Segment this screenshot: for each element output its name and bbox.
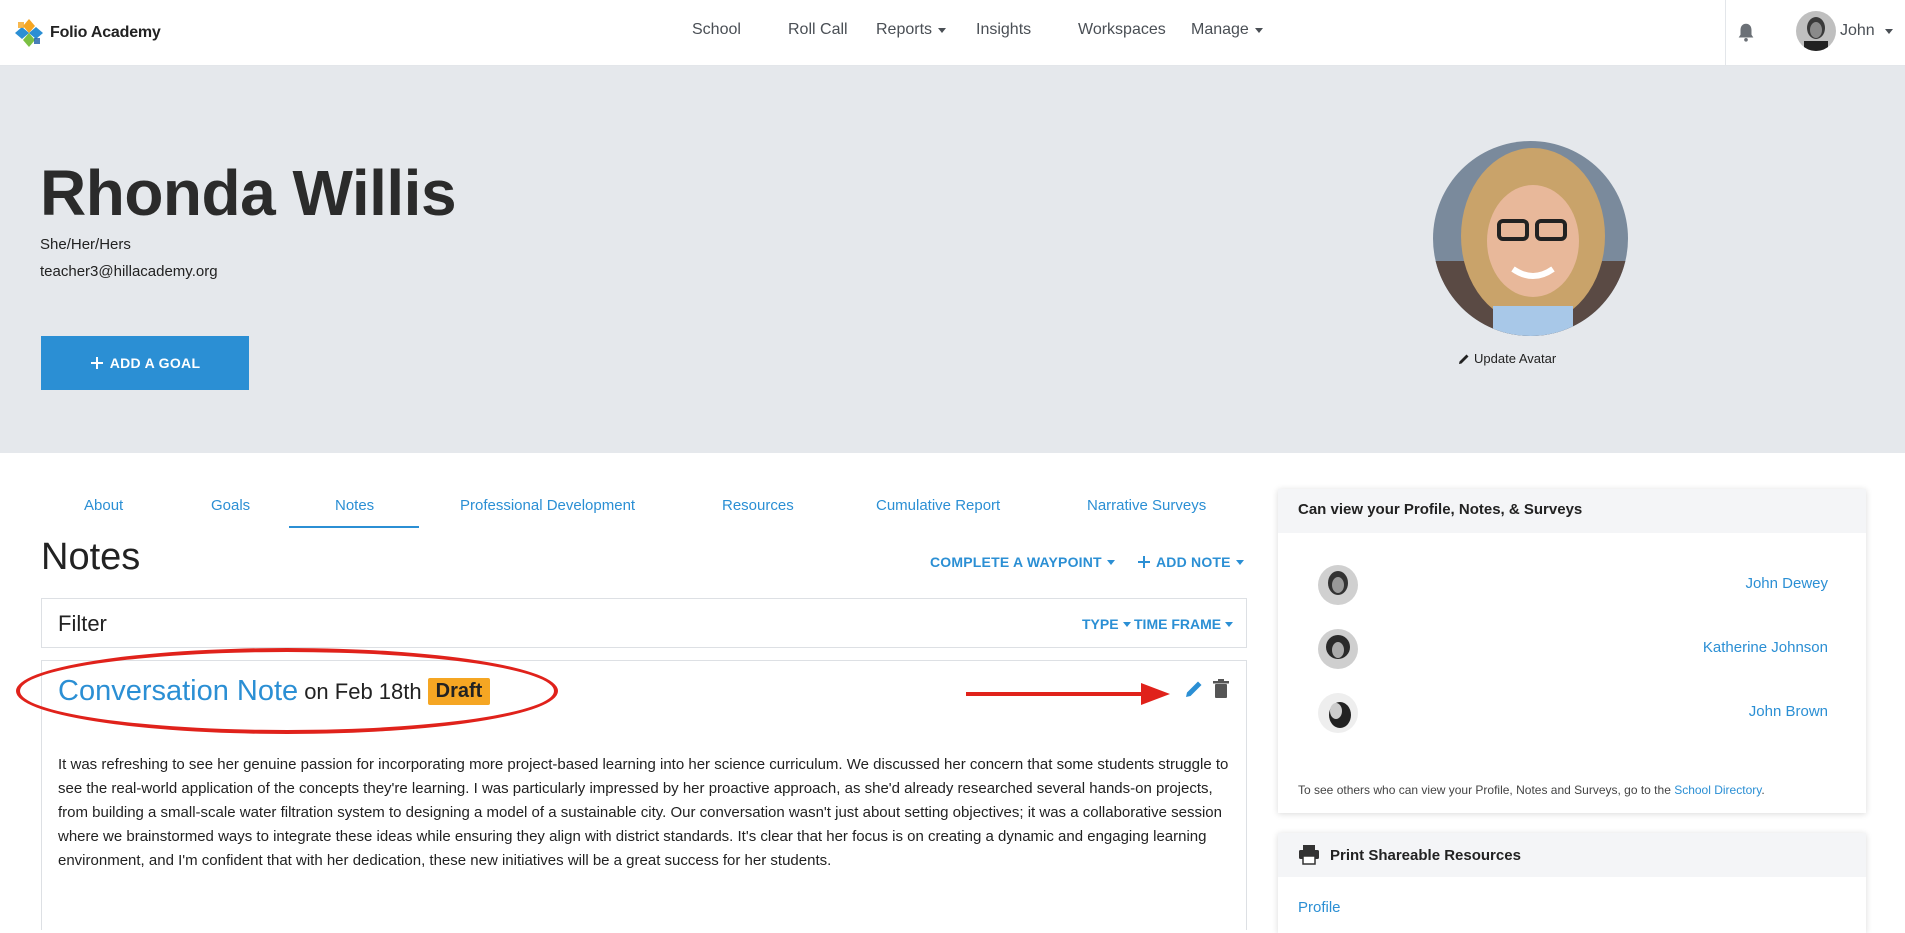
profile-name: Rhonda Willis: [40, 157, 457, 229]
notes-title: Notes: [41, 536, 141, 578]
chevron-down-icon: [1225, 621, 1234, 627]
avatar: [1318, 629, 1358, 669]
nav-insights[interactable]: Insights: [976, 21, 1031, 39]
complete-waypoint-label: COMPLETE A WAYPOINT: [930, 554, 1102, 570]
profile-resource-link[interactable]: Profile: [1298, 899, 1341, 916]
viewer-name-link[interactable]: John Brown: [1749, 703, 1828, 720]
top-nav: Folio Academy School Roll Call Reports I…: [0, 0, 1905, 66]
profile-hero: Rhonda Willis She/Her/Hers teacher3@hill…: [0, 66, 1905, 453]
resources-panel-header: Print Shareable Resources: [1278, 833, 1866, 877]
nav-roll-call[interactable]: Roll Call: [788, 21, 848, 39]
tab-professional-development[interactable]: Professional Development: [460, 497, 635, 514]
viewer-item: John Brown: [1318, 693, 1848, 737]
complete-waypoint-button[interactable]: COMPLETE A WAYPOINT: [930, 554, 1115, 570]
viewers-panel-footer: To see others who can view your Profile,…: [1298, 783, 1765, 797]
school-directory-link[interactable]: School Directory: [1674, 783, 1761, 797]
brand[interactable]: Folio Academy: [14, 18, 161, 48]
filter-bar: Filter TYPE TIME FRAME: [41, 598, 1247, 648]
add-note-button[interactable]: ADD NOTE: [1137, 554, 1244, 570]
active-tab-indicator: [289, 526, 419, 528]
update-avatar-link[interactable]: Update Avatar: [1458, 351, 1556, 366]
filter-type-label: TYPE: [1082, 616, 1119, 632]
profile-pronouns: She/Her/Hers: [40, 236, 131, 253]
folio-logo-icon: [15, 19, 43, 47]
add-note-label: ADD NOTE: [1156, 554, 1231, 570]
tab-cumulative-report[interactable]: Cumulative Report: [876, 497, 1000, 514]
printer-icon: [1299, 845, 1319, 865]
profile-tabs: About Goals Notes Professional Developme…: [40, 490, 1250, 528]
brand-name: Folio Academy: [50, 24, 161, 41]
chevron-down-icon: [1235, 559, 1244, 565]
nav-reports[interactable]: Reports: [876, 21, 947, 39]
avatar: [1796, 11, 1836, 51]
tab-narrative-surveys[interactable]: Narrative Surveys: [1087, 497, 1206, 514]
avatar: [1318, 565, 1358, 605]
note-type-link[interactable]: Conversation Note: [58, 675, 298, 708]
nav-workspaces-label: Workspaces: [1078, 21, 1166, 38]
nav-roll-call-label: Roll Call: [788, 21, 848, 38]
nav-manage[interactable]: Manage: [1191, 21, 1263, 39]
bell-icon[interactable]: [1735, 20, 1757, 44]
note-date: on Feb 18th: [304, 678, 422, 704]
note-heading: Conversation Note on Feb 18th Draft: [58, 675, 491, 708]
plus-icon: [1138, 556, 1150, 568]
nav-manage-label: Manage: [1191, 21, 1249, 38]
filter-label: Filter: [58, 611, 107, 636]
resources-panel-title: Print Shareable Resources: [1330, 846, 1521, 864]
profile-avatar: [1433, 141, 1628, 336]
user-name: John: [1840, 22, 1875, 39]
chevron-down-icon: [938, 27, 947, 33]
avatar: [1318, 693, 1358, 733]
viewers-footer-end: .: [1761, 783, 1765, 797]
nav-divider: [1725, 0, 1726, 66]
tab-resources[interactable]: Resources: [722, 497, 794, 514]
viewers-panel: Can view your Profile, Notes, & Surveys …: [1278, 489, 1866, 813]
tab-notes[interactable]: Notes: [335, 497, 374, 514]
trash-icon[interactable]: [1212, 679, 1230, 699]
filter-type-dropdown[interactable]: TYPE: [1082, 616, 1131, 632]
filter-time-frame-dropdown[interactable]: TIME FRAME: [1134, 616, 1234, 632]
resources-panel: Print Shareable Resources Profile: [1278, 833, 1866, 933]
note-actions: [1184, 679, 1230, 699]
update-avatar-label: Update Avatar: [1474, 351, 1557, 366]
chevron-down-icon: [1122, 621, 1131, 627]
note-body: It was refreshing to see her genuine pas…: [58, 756, 1229, 869]
nav-reports-label: Reports: [876, 21, 933, 38]
viewers-footer-text: To see others who can view your Profile,…: [1298, 783, 1675, 797]
chevron-down-icon: [1884, 28, 1893, 34]
user-menu[interactable]: John: [1796, 11, 1893, 51]
tab-about[interactable]: About: [84, 497, 123, 514]
nav-insights-label: Insights: [976, 21, 1032, 38]
add-goal-button[interactable]: ADD A GOAL: [41, 336, 249, 390]
viewers-panel-title: Can view your Profile, Notes, & Surveys: [1278, 489, 1866, 533]
plus-icon: [90, 357, 103, 369]
viewer-name-link[interactable]: John Dewey: [1745, 575, 1828, 592]
filter-time-frame-label: TIME FRAME: [1134, 616, 1222, 632]
nav-workspaces[interactable]: Workspaces: [1078, 21, 1166, 39]
profile-email: teacher3@hillacademy.org: [40, 263, 218, 280]
pencil-icon: [1459, 354, 1469, 364]
chevron-down-icon: [1106, 559, 1115, 565]
viewer-item: John Dewey: [1318, 565, 1848, 609]
tab-goals[interactable]: Goals: [211, 497, 250, 514]
pencil-icon[interactable]: [1184, 679, 1204, 699]
nav-school[interactable]: School: [692, 21, 741, 39]
note-card: Conversation Note on Feb 18th Draft It w…: [41, 660, 1247, 930]
status-badge: Draft: [427, 678, 491, 705]
viewer-item: Katherine Johnson: [1318, 629, 1848, 673]
nav-school-label: School: [692, 21, 741, 38]
viewer-name-link[interactable]: Katherine Johnson: [1703, 639, 1828, 656]
chevron-down-icon: [1254, 27, 1263, 33]
add-goal-label: ADD A GOAL: [109, 355, 201, 371]
